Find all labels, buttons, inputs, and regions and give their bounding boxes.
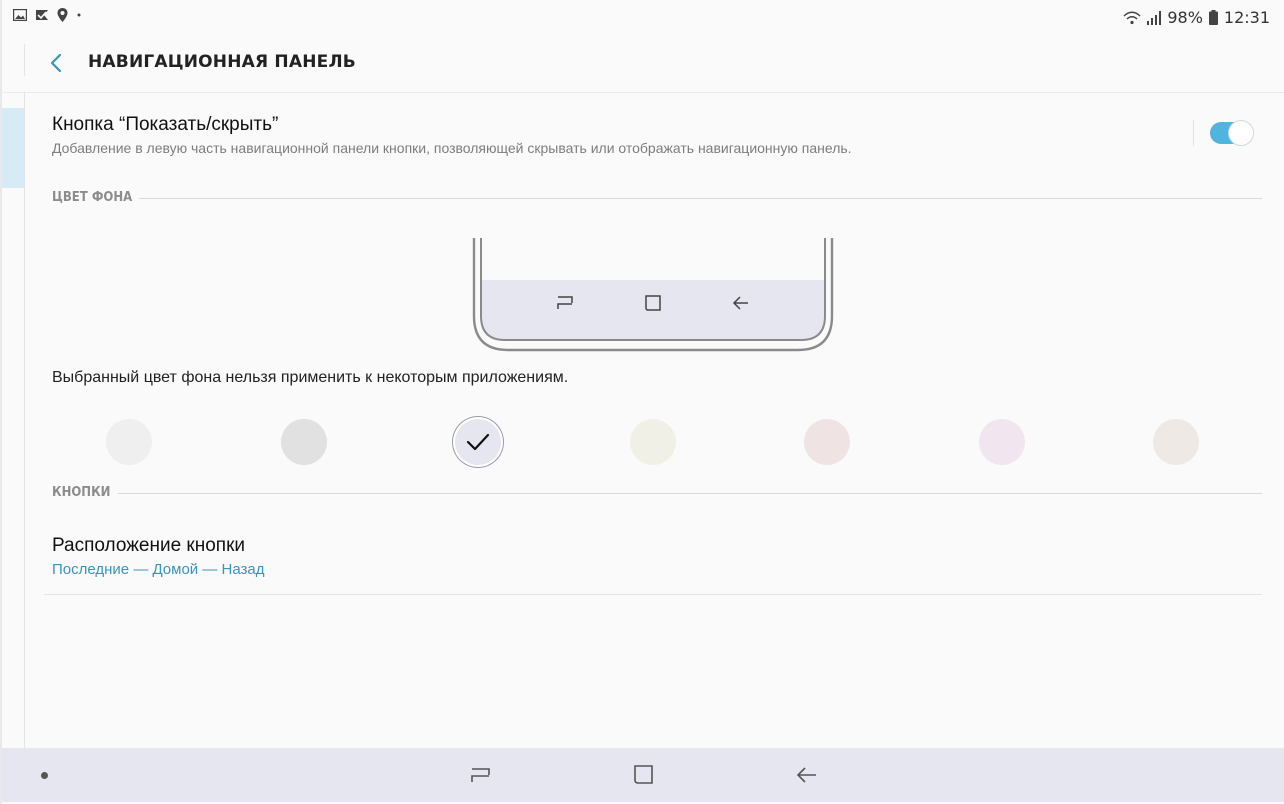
- location-icon: [57, 8, 68, 22]
- toggle-separator: [1193, 120, 1194, 146]
- status-right: 98% 12:31: [1123, 8, 1270, 27]
- button-order-value: Последние — Домой — Назад: [52, 561, 265, 578]
- section-divider: [108, 493, 1262, 494]
- color-swatch[interactable]: [281, 419, 327, 465]
- page-title: НАВИГАЦИОННАЯ ПАНЕЛЬ: [88, 52, 356, 72]
- button-order-setting-row[interactable]: Расположение кнопки Последние — Домой — …: [52, 535, 1262, 593]
- battery-icon: [1208, 10, 1218, 25]
- navbar-preview: [472, 236, 834, 354]
- show-hide-toggle[interactable]: [1210, 120, 1254, 146]
- battery-percent: 98%: [1167, 8, 1203, 27]
- show-hide-description: Добавление в левую часть навигационной п…: [52, 140, 852, 156]
- checkmark-icon: [466, 433, 490, 451]
- home-button[interactable]: [631, 762, 657, 788]
- dot-icon[interactable]: [41, 772, 48, 779]
- dot-icon: [77, 13, 81, 17]
- recents-button[interactable]: [468, 762, 494, 788]
- image-icon: [13, 9, 27, 21]
- buttons-section-header: КНОПКИ: [52, 485, 1262, 501]
- clock: 12:31: [1223, 8, 1270, 27]
- color-swatch[interactable]: [455, 419, 501, 465]
- button-order-title: Расположение кнопки: [52, 535, 246, 556]
- color-swatch[interactable]: [1153, 419, 1199, 465]
- checkmark-flag-icon: [36, 9, 48, 20]
- home-icon: [634, 765, 653, 784]
- content-divider: [24, 92, 25, 748]
- background-color-section-header: ЦВЕТ ФОНА: [52, 190, 1262, 206]
- color-swatch[interactable]: [106, 419, 152, 465]
- back-icon: [796, 767, 816, 783]
- signal-icon: [1147, 10, 1162, 25]
- back-button[interactable]: [44, 50, 70, 76]
- wifi-icon: [1123, 11, 1141, 24]
- status-bar: 98% 12:31: [0, 0, 1284, 34]
- color-swatch[interactable]: [804, 419, 850, 465]
- app-header: НАВИГАЦИОННАЯ ПАНЕЛЬ: [0, 34, 1284, 93]
- section-label-buttons: КНОПКИ: [52, 485, 118, 500]
- show-hide-title: Кнопка “Показать/скрыть”: [52, 114, 279, 135]
- section-label-background: ЦВЕТ ФОНА: [52, 190, 140, 205]
- color-swatch[interactable]: [630, 419, 676, 465]
- recents-icon: [471, 768, 490, 782]
- notification-icons: [13, 8, 82, 22]
- background-color-note: Выбранный цвет фона нельзя применить к н…: [52, 369, 569, 386]
- back-nav-button[interactable]: [794, 762, 820, 788]
- show-hide-setting-row[interactable]: Кнопка “Показать/скрыть” Добавление в ле…: [52, 110, 1262, 166]
- row-divider: [44, 594, 1262, 595]
- system-navigation-bar: [2, 748, 1284, 802]
- toggle-knob: [1228, 120, 1254, 146]
- selection-indicator: [2, 108, 24, 188]
- chevron-left-icon: [50, 53, 62, 73]
- color-swatch[interactable]: [979, 419, 1025, 465]
- section-divider: [130, 198, 1262, 199]
